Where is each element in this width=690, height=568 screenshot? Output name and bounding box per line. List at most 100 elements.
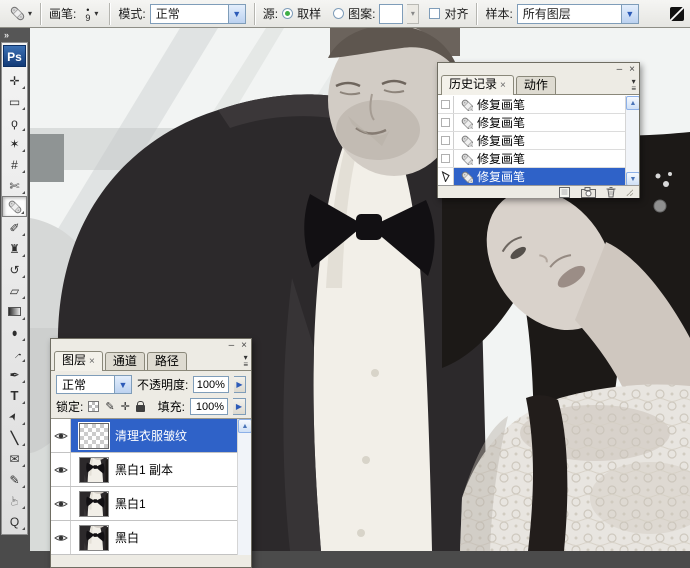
hand-tool[interactable]: ☞ (2, 490, 27, 511)
history-scrollbar[interactable]: ▲ ▼ (625, 96, 639, 185)
type-tool[interactable]: T (2, 385, 27, 406)
aligned-checkbox[interactable] (429, 8, 441, 19)
layer-name: 黑白 (115, 531, 140, 545)
tab-close-icon[interactable]: × (500, 80, 506, 91)
chevron-down-icon[interactable]: ▼ (227, 4, 245, 23)
history-brush-tool[interactable]: ↺ (2, 259, 27, 280)
layer-thumbnail-photo[interactable] (79, 456, 109, 483)
create-new-snapshot-icon[interactable] (581, 186, 596, 198)
pattern-swatch[interactable] (379, 3, 404, 24)
minimize-icon[interactable]: – (229, 340, 235, 351)
eyedropper-tool[interactable]: ✎ (2, 469, 27, 490)
scroll-up-icon[interactable]: ▲ (238, 419, 251, 433)
tab-paths[interactable]: 路径 (146, 352, 187, 370)
history-entry-label: 修复画笔 (477, 152, 526, 166)
create-document-from-state-icon[interactable] (557, 186, 572, 198)
gradient-tool[interactable] (2, 301, 27, 322)
ignore-adjustment-layers-icon[interactable] (670, 6, 684, 21)
history-row[interactable]: 修复画笔 (438, 150, 639, 168)
lasso-tool[interactable]: ϙ (2, 112, 27, 133)
blur-tool[interactable]: ● (2, 322, 27, 343)
mode-select[interactable]: 正常 ▼ (149, 3, 246, 24)
layer-name: 黑白1 副本 (115, 463, 174, 477)
pattern-picker-arrow[interactable]: ▾ (407, 3, 420, 24)
eraser-tool[interactable]: ▱ (2, 280, 27, 301)
tab-layers[interactable]: 图层 × (54, 351, 103, 371)
zoom-tool[interactable]: Q (2, 511, 27, 532)
close-icon[interactable]: × (629, 64, 635, 75)
tab-channels[interactable]: 通道 (104, 352, 145, 370)
resize-grip[interactable] (626, 188, 633, 196)
brush-picker[interactable]: • 9 ▾ (80, 5, 101, 23)
minimize-icon[interactable]: – (617, 64, 623, 75)
notes-tool[interactable]: ✉ (2, 448, 27, 469)
magic-wand-tool[interactable]: ✶ (2, 133, 27, 154)
crop-tool[interactable]: # (2, 154, 27, 175)
lock-position-icon[interactable]: ✛ (121, 400, 130, 413)
marquee-tool[interactable]: ▭ (2, 91, 27, 112)
fill-label: 填充: (157, 400, 185, 414)
slice-tool[interactable]: ✄ (2, 175, 27, 196)
path-select-icon: ➤ (7, 409, 21, 423)
layer-visibility-toggle[interactable] (51, 453, 71, 486)
fill-slider-arrow-icon[interactable]: ▶ (233, 398, 246, 415)
chevron-down-icon[interactable]: ▼ (114, 376, 132, 393)
history-source-well[interactable] (438, 114, 454, 131)
brush-label: 画笔: (49, 7, 77, 21)
layers-scrollbar[interactable]: ▲ (237, 419, 251, 555)
opacity-value[interactable]: 100% (193, 376, 229, 393)
move-tool[interactable]: ✛ (2, 70, 27, 91)
tool-preset-button[interactable]: ▾ (6, 4, 35, 23)
delete-state-icon[interactable] (605, 186, 617, 198)
tab-history[interactable]: 历史记录 × (441, 75, 514, 95)
clone-stamp-tool[interactable]: ♜ (2, 238, 27, 259)
history-tabs: 历史记录 × 动作 ▾ ≡ (438, 75, 639, 95)
panel-menu-icon[interactable]: ▾ ≡ (631, 78, 636, 93)
panel-menu-icon[interactable]: ▾ ≡ (243, 354, 248, 369)
collapse-toolbox-button[interactable]: » (0, 28, 30, 42)
brush-preview: • 9 (83, 5, 92, 22)
layer-thumbnail-photo[interactable] (79, 524, 109, 551)
history-row[interactable]: 修复画笔 (438, 96, 639, 114)
line-tool[interactable]: ╲ (2, 427, 27, 448)
lock-pixels-icon[interactable]: ✎ (105, 400, 114, 413)
photo-thumbnail-image (80, 491, 108, 516)
scroll-up-icon[interactable]: ▲ (626, 96, 639, 110)
layer-thumbnail-photo[interactable] (79, 490, 109, 517)
layer-row[interactable]: 清理衣服皱纹 (51, 419, 251, 453)
layer-visibility-toggle[interactable] (51, 521, 71, 554)
tab-actions[interactable]: 动作 (515, 76, 556, 94)
layer-row[interactable]: 黑白1 副本 (51, 453, 251, 487)
history-row[interactable]: 修复画笔 (438, 168, 639, 185)
dodge-tool[interactable]: ♩ (2, 343, 27, 364)
tab-close-icon[interactable]: × (89, 356, 95, 367)
history-source-well[interactable] (438, 96, 454, 113)
history-row[interactable]: 修复画笔 (438, 132, 639, 150)
healing-brush-tool[interactable] (2, 196, 27, 217)
layer-visibility-toggle[interactable] (51, 419, 71, 452)
sampled-radio[interactable] (282, 8, 294, 19)
lasso-icon: ϙ (11, 115, 18, 130)
chevron-down-icon[interactable]: ▼ (620, 4, 638, 23)
close-icon[interactable]: × (241, 340, 247, 351)
layer-visibility-toggle[interactable] (51, 487, 71, 520)
opacity-slider-arrow-icon[interactable]: ▶ (233, 376, 246, 393)
path-select-tool[interactable]: ➤ (2, 406, 27, 427)
history-row[interactable]: 修复画笔 (438, 114, 639, 132)
history-source-well[interactable] (438, 168, 454, 185)
sample-select[interactable]: 所有图层 ▼ (516, 3, 639, 24)
history-source-well[interactable] (438, 150, 454, 167)
pattern-radio[interactable] (333, 8, 345, 19)
blend-mode-select[interactable]: 正常 ▼ (56, 375, 133, 394)
pen-tool[interactable]: ✒ (2, 364, 27, 385)
layer-row[interactable]: 黑白 (51, 521, 251, 555)
blur-icon: ● (11, 325, 18, 340)
layer-thumbnail-transparent[interactable] (78, 421, 110, 450)
history-source-well[interactable] (438, 132, 454, 149)
fill-value[interactable]: 100% (190, 398, 228, 415)
brush-tool[interactable]: ✐ (2, 217, 27, 238)
layer-row[interactable]: 黑白1 (51, 487, 251, 521)
lock-all-icon[interactable] (135, 401, 145, 412)
scroll-down-icon[interactable]: ▼ (626, 172, 639, 185)
lock-transparency-icon[interactable] (88, 401, 100, 412)
